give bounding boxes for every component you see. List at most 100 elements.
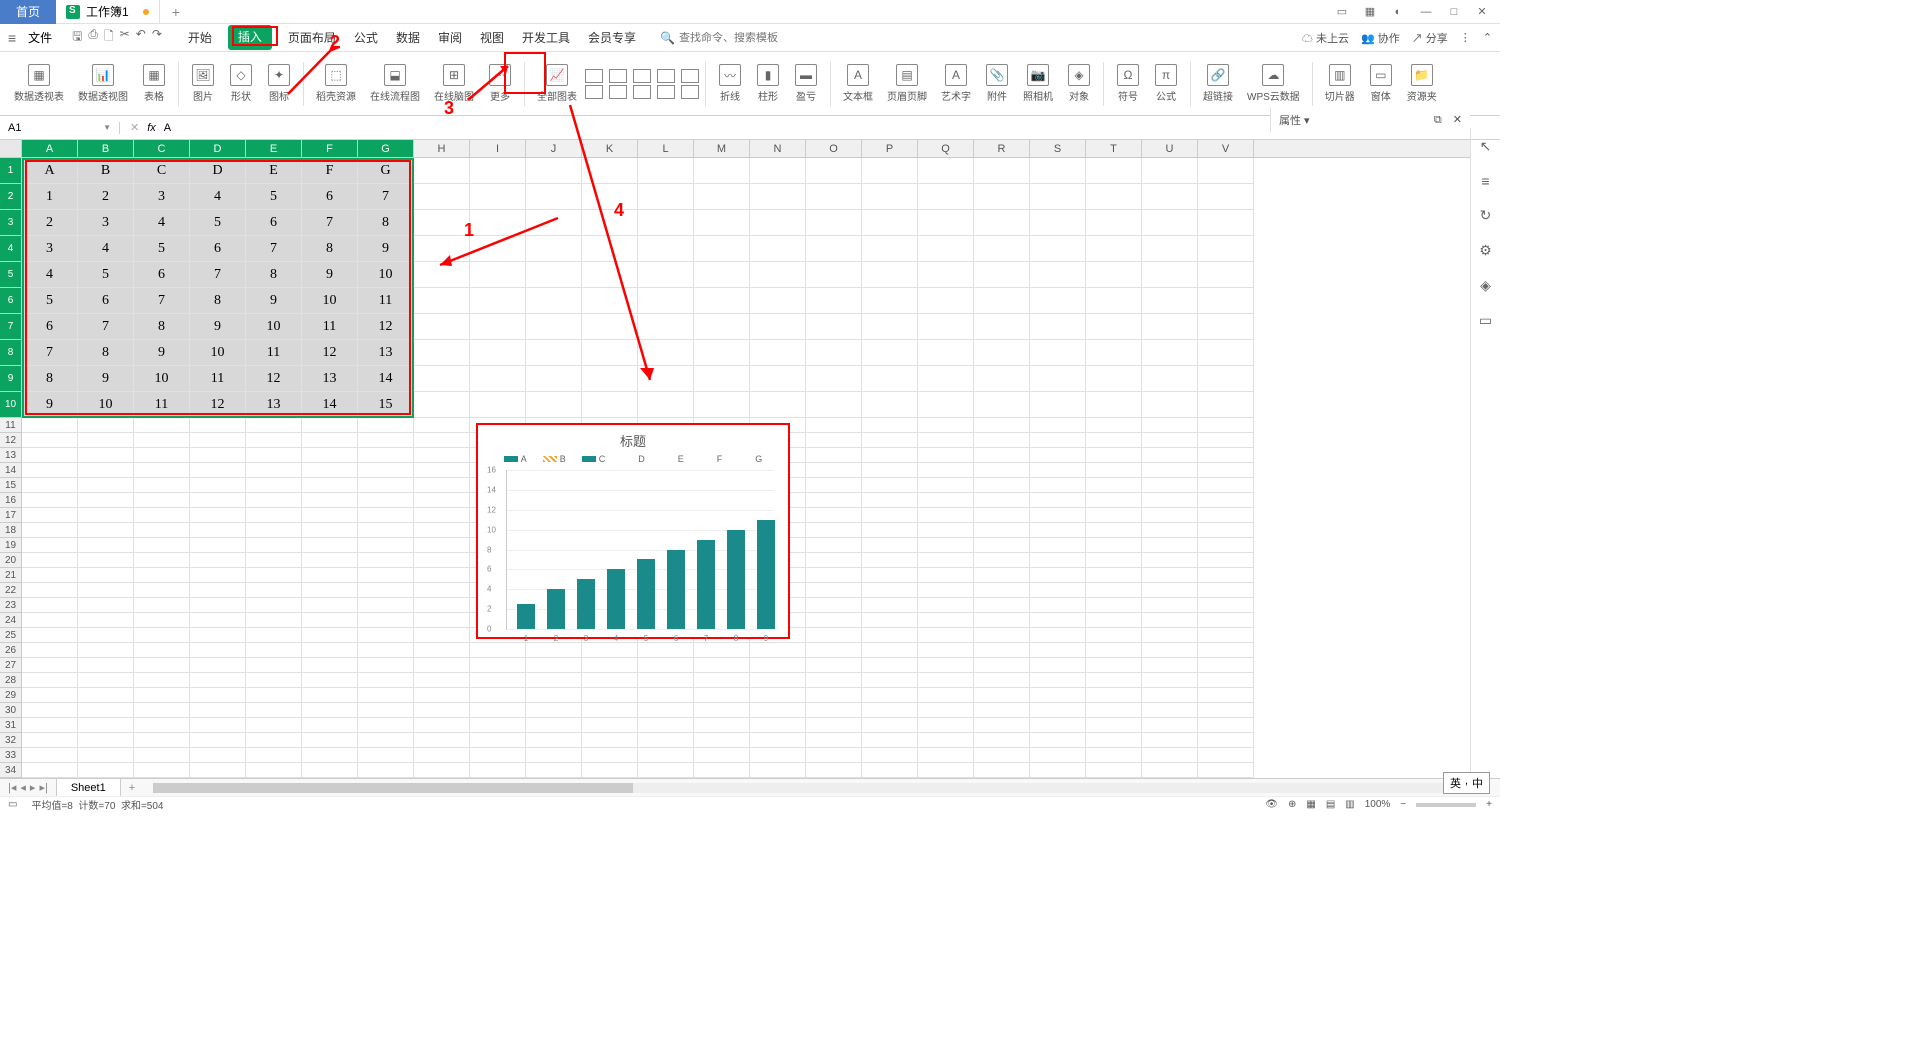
cell[interactable] xyxy=(806,236,862,262)
cell[interactable] xyxy=(358,418,414,433)
row-header[interactable]: 12 xyxy=(0,433,22,448)
cell[interactable]: 14 xyxy=(302,392,358,418)
cell[interactable] xyxy=(414,673,470,688)
cell[interactable] xyxy=(918,418,974,433)
cell[interactable] xyxy=(974,392,1030,418)
cell[interactable] xyxy=(1142,236,1198,262)
cell[interactable] xyxy=(190,538,246,553)
row-header[interactable]: 29 xyxy=(0,688,22,703)
cell[interactable] xyxy=(526,158,582,184)
sheet-next-icon[interactable]: ▸ xyxy=(30,781,36,794)
cell[interactable] xyxy=(358,583,414,598)
cell[interactable] xyxy=(694,340,750,366)
help-tool-icon[interactable]: ▭ xyxy=(1479,312,1492,329)
cell[interactable] xyxy=(638,718,694,733)
cell[interactable] xyxy=(190,418,246,433)
cell[interactable] xyxy=(862,763,918,778)
cell[interactable] xyxy=(806,392,862,418)
cell[interactable] xyxy=(414,262,470,288)
cell[interactable] xyxy=(358,688,414,703)
cell[interactable] xyxy=(78,688,134,703)
cell[interactable] xyxy=(414,538,470,553)
ribbon-resource[interactable]: 📁资源夹 xyxy=(1401,62,1443,105)
cell[interactable] xyxy=(1030,158,1086,184)
zoom-out-button[interactable]: − xyxy=(1400,799,1406,810)
cell[interactable]: 4 xyxy=(134,210,190,236)
cell[interactable] xyxy=(1030,463,1086,478)
cell[interactable] xyxy=(862,718,918,733)
cell[interactable] xyxy=(1198,553,1254,568)
cell[interactable] xyxy=(750,658,806,673)
cell[interactable] xyxy=(414,733,470,748)
cell[interactable] xyxy=(246,463,302,478)
ribbon-pivot-chart[interactable]: 📊数据透视图 xyxy=(72,62,134,105)
cell[interactable] xyxy=(582,703,638,718)
cell[interactable]: 11 xyxy=(358,288,414,314)
grid-icon[interactable]: ▦ xyxy=(1360,2,1380,22)
cell[interactable] xyxy=(1198,733,1254,748)
cell[interactable] xyxy=(1086,210,1142,236)
cell[interactable]: 13 xyxy=(246,392,302,418)
cell[interactable] xyxy=(1198,643,1254,658)
cell[interactable]: 7 xyxy=(302,210,358,236)
row-header[interactable]: 33 xyxy=(0,748,22,763)
cell[interactable] xyxy=(1198,598,1254,613)
cell[interactable] xyxy=(862,493,918,508)
cell[interactable] xyxy=(302,538,358,553)
cell[interactable] xyxy=(414,288,470,314)
cell[interactable] xyxy=(1142,553,1198,568)
cell[interactable] xyxy=(806,433,862,448)
cell[interactable] xyxy=(22,508,78,523)
cell[interactable] xyxy=(470,733,526,748)
cell[interactable] xyxy=(246,598,302,613)
cell[interactable] xyxy=(1086,392,1142,418)
col-header[interactable]: V xyxy=(1198,140,1254,157)
cell[interactable] xyxy=(22,418,78,433)
cell[interactable] xyxy=(358,523,414,538)
view-inspect-icon[interactable]: ⊕ xyxy=(1288,799,1296,810)
cell[interactable] xyxy=(1030,628,1086,643)
cell[interactable] xyxy=(1086,583,1142,598)
spreadsheet-grid[interactable]: ABCDEFGHIJKLMNOPQRSTUV 1ABCDEFG212345673… xyxy=(0,140,1470,780)
cell[interactable] xyxy=(414,184,470,210)
cell[interactable] xyxy=(22,448,78,463)
cell[interactable] xyxy=(78,628,134,643)
cell[interactable] xyxy=(862,184,918,210)
cell[interactable] xyxy=(806,598,862,613)
cell[interactable] xyxy=(190,718,246,733)
cell[interactable]: 12 xyxy=(190,392,246,418)
cell[interactable] xyxy=(806,493,862,508)
cell[interactable] xyxy=(1086,478,1142,493)
cell[interactable] xyxy=(414,508,470,523)
col-header[interactable]: F xyxy=(302,140,358,157)
cell[interactable]: 14 xyxy=(358,366,414,392)
cell[interactable] xyxy=(470,366,526,392)
cell[interactable] xyxy=(638,366,694,392)
maximize-button[interactable]: □ xyxy=(1444,2,1464,22)
backup-tool-icon[interactable]: ↻ xyxy=(1480,207,1492,224)
cell[interactable] xyxy=(414,703,470,718)
row-header[interactable]: 13 xyxy=(0,448,22,463)
cell[interactable] xyxy=(806,478,862,493)
cell[interactable] xyxy=(1030,568,1086,583)
tab-review[interactable]: 审阅 xyxy=(436,25,464,50)
cell[interactable] xyxy=(134,598,190,613)
col-header[interactable]: C xyxy=(134,140,190,157)
cell[interactable] xyxy=(470,184,526,210)
cell[interactable]: 9 xyxy=(134,340,190,366)
tab-member[interactable]: 会员专享 xyxy=(586,25,638,50)
cell[interactable] xyxy=(974,583,1030,598)
cell[interactable]: 1 xyxy=(22,184,78,210)
cell[interactable] xyxy=(414,613,470,628)
chart-combo-icon[interactable] xyxy=(657,85,675,99)
cell[interactable] xyxy=(134,688,190,703)
col-header[interactable]: M xyxy=(694,140,750,157)
cell[interactable] xyxy=(1030,448,1086,463)
cell[interactable] xyxy=(1030,703,1086,718)
cell[interactable] xyxy=(1142,262,1198,288)
cell[interactable] xyxy=(190,568,246,583)
cell[interactable] xyxy=(190,613,246,628)
row-header[interactable]: 15 xyxy=(0,478,22,493)
cell[interactable] xyxy=(1030,658,1086,673)
chart-bar-icon[interactable] xyxy=(585,69,603,83)
